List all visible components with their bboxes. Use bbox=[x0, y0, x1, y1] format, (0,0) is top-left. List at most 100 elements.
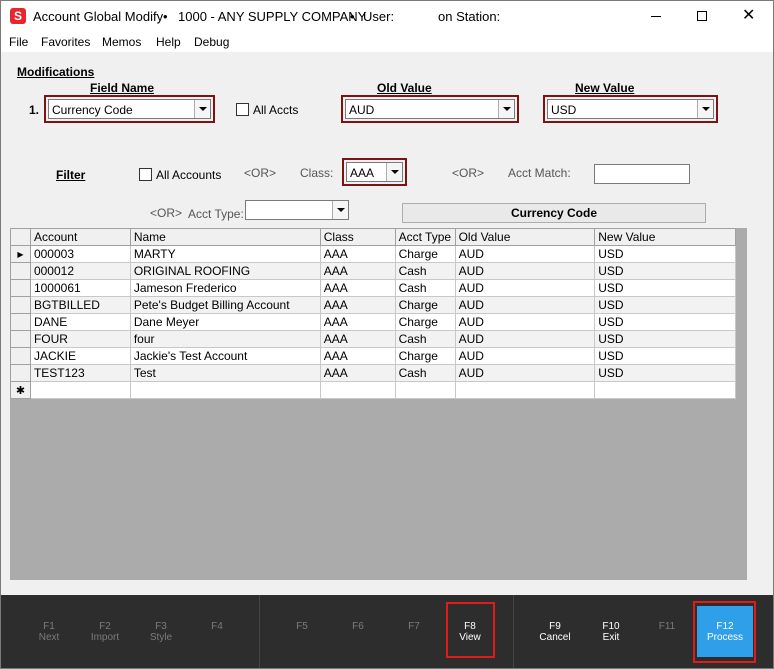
cell-class[interactable]: AAA bbox=[319, 347, 396, 365]
new-row-icon[interactable]: ✱ bbox=[10, 381, 31, 399]
f2-import-button[interactable]: F2 Import bbox=[77, 595, 133, 668]
cell-account[interactable]: FOUR bbox=[29, 330, 131, 348]
row-selector[interactable] bbox=[10, 296, 31, 314]
column-header-name[interactable]: Name bbox=[129, 228, 321, 246]
new-value-dropdown[interactable]: USD bbox=[547, 99, 714, 119]
cell-new-value[interactable]: USD bbox=[594, 330, 736, 348]
table-row[interactable]: 1000061 Jameson Frederico AAA Cash AUD U… bbox=[10, 279, 736, 297]
cell-acct-type[interactable]: Charge bbox=[394, 245, 456, 263]
acct-type-dropdown[interactable] bbox=[245, 200, 349, 220]
cell-acct-type[interactable]: Cash bbox=[394, 330, 456, 348]
table-row[interactable]: BGTBILLED Pete's Budget Billing Account … bbox=[10, 296, 736, 314]
class-dropdown[interactable]: AAA bbox=[346, 162, 403, 182]
cell-account[interactable]: JACKIE bbox=[29, 347, 131, 365]
cell-old-value[interactable]: AUD bbox=[454, 313, 596, 331]
cell-new-value[interactable]: USD bbox=[594, 347, 736, 365]
cell-name[interactable]: Jameson Frederico bbox=[129, 279, 321, 297]
chevron-down-icon[interactable] bbox=[332, 201, 348, 219]
column-header-account[interactable]: Account bbox=[29, 228, 131, 246]
cell-class[interactable]: AAA bbox=[319, 245, 396, 263]
close-button[interactable]: ✕ bbox=[725, 1, 771, 31]
cell-old-value[interactable]: AUD bbox=[454, 364, 596, 382]
row-selector[interactable] bbox=[10, 262, 31, 280]
cell-class[interactable]: AAA bbox=[319, 296, 396, 314]
menu-help[interactable]: Help bbox=[156, 35, 181, 49]
chevron-down-icon[interactable] bbox=[386, 163, 402, 181]
new-row-cell[interactable] bbox=[129, 381, 321, 399]
cell-class[interactable]: AAA bbox=[319, 364, 396, 382]
new-row-cell[interactable] bbox=[319, 381, 396, 399]
f10-exit-button[interactable]: F10 Exit bbox=[583, 595, 639, 668]
f3-style-button[interactable]: F3 Style bbox=[133, 595, 189, 668]
f7-button[interactable]: F7 bbox=[386, 595, 442, 668]
cell-new-value[interactable]: USD bbox=[594, 364, 736, 382]
maximize-button[interactable] bbox=[679, 1, 725, 31]
cell-old-value[interactable]: AUD bbox=[454, 296, 596, 314]
cell-new-value[interactable]: USD bbox=[594, 245, 736, 263]
cell-name[interactable]: Test bbox=[129, 364, 321, 382]
f9-cancel-button[interactable]: F9 Cancel bbox=[527, 595, 583, 668]
cell-account[interactable]: BGTBILLED bbox=[29, 296, 131, 314]
column-header-acct-type[interactable]: Acct Type bbox=[394, 228, 456, 246]
cell-acct-type[interactable]: Charge bbox=[394, 296, 456, 314]
cell-new-value[interactable]: USD bbox=[594, 279, 736, 297]
f4-button[interactable]: F4 bbox=[189, 595, 245, 668]
all-accts-checkbox[interactable] bbox=[236, 103, 249, 116]
cell-class[interactable]: AAA bbox=[319, 279, 396, 297]
table-row[interactable]: DANE Dane Meyer AAA Charge AUD USD bbox=[10, 313, 736, 331]
f5-button[interactable]: F5 bbox=[274, 595, 330, 668]
cell-new-value[interactable]: USD bbox=[594, 313, 736, 331]
cell-class[interactable]: AAA bbox=[319, 313, 396, 331]
table-row[interactable]: 000012 ORIGINAL ROOFING AAA Cash AUD USD bbox=[10, 262, 736, 280]
cell-acct-type[interactable]: Cash bbox=[394, 364, 456, 382]
field-name-dropdown[interactable]: Currency Code bbox=[48, 99, 211, 119]
menu-debug[interactable]: Debug bbox=[194, 35, 229, 49]
cell-name[interactable]: four bbox=[129, 330, 321, 348]
new-row-cell[interactable] bbox=[29, 381, 131, 399]
cell-account[interactable]: 1000061 bbox=[29, 279, 131, 297]
cell-account[interactable]: 000003 bbox=[29, 245, 131, 263]
table-row[interactable]: ▶ 000003 MARTY AAA Charge AUD USD bbox=[10, 245, 736, 263]
cell-account[interactable]: TEST123 bbox=[29, 364, 131, 382]
cell-acct-type[interactable]: Cash bbox=[394, 279, 456, 297]
menu-file[interactable]: File bbox=[9, 35, 28, 49]
cell-old-value[interactable]: AUD bbox=[454, 245, 596, 263]
cell-account[interactable]: DANE bbox=[29, 313, 131, 331]
minimize-button[interactable] bbox=[633, 1, 679, 31]
new-row-cell[interactable] bbox=[454, 381, 596, 399]
row-selector[interactable] bbox=[10, 364, 31, 382]
cell-acct-type[interactable]: Cash bbox=[394, 262, 456, 280]
cell-name[interactable]: MARTY bbox=[129, 245, 321, 263]
cell-name[interactable]: ORIGINAL ROOFING bbox=[129, 262, 321, 280]
cell-old-value[interactable]: AUD bbox=[454, 279, 596, 297]
column-header-new-value[interactable]: New Value bbox=[594, 228, 736, 246]
all-accounts-checkbox[interactable] bbox=[139, 168, 152, 181]
new-row-cell[interactable] bbox=[394, 381, 456, 399]
row-selector[interactable] bbox=[10, 279, 31, 297]
cell-old-value[interactable]: AUD bbox=[454, 330, 596, 348]
cell-name[interactable]: Dane Meyer bbox=[129, 313, 321, 331]
cell-name[interactable]: Pete's Budget Billing Account bbox=[129, 296, 321, 314]
current-row-icon[interactable]: ▶ bbox=[10, 245, 31, 263]
chevron-down-icon[interactable] bbox=[498, 100, 514, 118]
cell-new-value[interactable]: USD bbox=[594, 262, 736, 280]
f1-next-button[interactable]: F1 Next bbox=[21, 595, 77, 668]
cell-class[interactable]: AAA bbox=[319, 262, 396, 280]
table-row[interactable]: FOUR four AAA Cash AUD USD bbox=[10, 330, 736, 348]
row-selector[interactable] bbox=[10, 330, 31, 348]
table-row[interactable]: JACKIE Jackie's Test Account AAA Charge … bbox=[10, 347, 736, 365]
cell-account[interactable]: 000012 bbox=[29, 262, 131, 280]
cell-acct-type[interactable]: Charge bbox=[394, 313, 456, 331]
f11-button[interactable]: F11 bbox=[639, 595, 695, 668]
new-row[interactable]: ✱ bbox=[10, 381, 736, 399]
row-selector[interactable] bbox=[10, 313, 31, 331]
acct-match-input[interactable] bbox=[594, 164, 690, 184]
old-value-dropdown[interactable]: AUD bbox=[345, 99, 515, 119]
menu-memos[interactable]: Memos bbox=[102, 35, 141, 49]
chevron-down-icon[interactable] bbox=[194, 100, 210, 118]
cell-acct-type[interactable]: Charge bbox=[394, 347, 456, 365]
row-selector[interactable] bbox=[10, 347, 31, 365]
cell-new-value[interactable]: USD bbox=[594, 296, 736, 314]
column-header-old-value[interactable]: Old Value bbox=[454, 228, 596, 246]
new-row-cell[interactable] bbox=[594, 381, 736, 399]
